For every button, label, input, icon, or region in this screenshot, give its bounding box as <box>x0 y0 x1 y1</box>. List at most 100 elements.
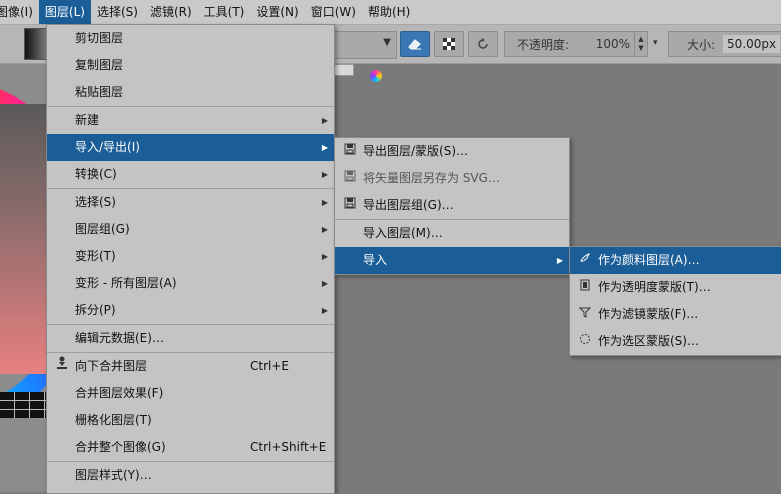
menu-item-split[interactable]: 拆分(P) ▶ <box>47 297 334 324</box>
merge-down-icon <box>55 353 69 380</box>
blend-mode-dropdown[interactable]: ▼ <box>334 31 397 59</box>
save-icon <box>343 138 357 165</box>
menu-item-label: 作为透明度蒙版(T)… <box>598 280 711 294</box>
size-slider[interactable]: 大小: 50.00px <box>668 31 781 57</box>
import-submenu: 作为颜料图层(A)… 作为透明度蒙版(T)… 作为滤镜蒙版(F)… 作为选区蒙版… <box>569 246 781 356</box>
menu-select[interactable]: 选择(S) <box>91 0 144 24</box>
submenu-arrow-icon: ▶ <box>321 279 328 288</box>
submenu-arrow-icon: ▶ <box>321 143 328 152</box>
menu-item-label: 粘贴图层 <box>75 85 124 99</box>
menu-item-label: 图层组(G) <box>75 222 130 236</box>
menu-item-import-layer[interactable]: 导入图层(M)… <box>335 220 569 247</box>
menu-item-label: 变形(T) <box>75 249 116 263</box>
transparency-mask-icon <box>578 274 592 301</box>
menu-item-import[interactable]: 导入 ▶ <box>335 247 569 274</box>
menu-window[interactable]: 窗口(W) <box>305 0 362 24</box>
paint-layer-icon <box>578 247 592 274</box>
menu-item-as-transparency-mask[interactable]: 作为透明度蒙版(T)… <box>570 274 781 301</box>
eraser-icon <box>408 39 421 50</box>
menu-item-transform-all[interactable]: 变形 - 所有图层(A) ▶ <box>47 270 334 297</box>
menu-item-label: 选择(S) <box>75 195 116 209</box>
menu-item-label: 作为颜料图层(A)… <box>598 253 700 267</box>
submenu-arrow-icon: ▶ <box>556 256 563 265</box>
canvas-tab[interactable] <box>334 64 354 76</box>
menu-item-label: 拆分(P) <box>75 303 116 317</box>
menu-item-label: 导入/导出(I) <box>75 140 140 154</box>
import-export-submenu: 导出图层/蒙版(S)… 将矢量图层另存为 SVG… 导出图层组(G)… 导入图层… <box>334 137 570 275</box>
menu-item-label: 导出图层组(G)… <box>363 198 454 212</box>
eraser-mode-button[interactable] <box>400 31 430 57</box>
menu-item-label: 图层样式(Y)… <box>75 468 152 482</box>
opacity-spinner[interactable]: ▲ ▼ <box>634 32 647 56</box>
menu-item-import-export[interactable]: 导入/导出(I) ▶ <box>47 134 334 161</box>
menu-item-flatten-layer-style[interactable]: 合并图层效果(F) <box>47 380 334 407</box>
menu-item-label: 作为选区蒙版(S)… <box>598 334 699 348</box>
menu-item-export-group[interactable]: 导出图层组(G)… <box>335 192 569 219</box>
krita-logo-icon <box>370 70 382 82</box>
menu-settings[interactable]: 设置(N) <box>250 0 304 24</box>
menu-image[interactable]: 图像(I) <box>0 0 39 24</box>
menu-item-label: 剪切图层 <box>75 31 124 45</box>
menu-item-label: 新建 <box>75 113 100 127</box>
alpha-lock-button[interactable] <box>434 31 464 57</box>
menu-item-export-layer[interactable]: 导出图层/蒙版(S)… <box>335 138 569 165</box>
menu-item-as-selection-mask[interactable]: 作为选区蒙版(S)… <box>570 328 781 355</box>
menu-item-label: 合并图层效果(F) <box>75 386 164 400</box>
menu-item-label: 变形 - 所有图层(A) <box>75 276 177 290</box>
save-icon <box>343 165 357 192</box>
reload-preset-button[interactable] <box>468 31 498 57</box>
checker-icon <box>443 38 455 50</box>
menu-item-label: 导入图层(M)… <box>363 226 443 240</box>
menu-item-as-filter-mask[interactable]: 作为滤镜蒙版(F)… <box>570 301 781 328</box>
menu-item-layer-style[interactable]: 图层样式(Y)… <box>47 462 334 489</box>
submenu-arrow-icon: ▶ <box>321 306 328 315</box>
submenu-arrow-icon: ▶ <box>321 198 328 207</box>
menu-help[interactable]: 帮助(H) <box>362 0 416 24</box>
submenu-arrow-icon: ▶ <box>321 225 328 234</box>
menu-item-cut-layer[interactable]: 剪切图层 <box>47 25 334 52</box>
menu-item-as-paint-layer[interactable]: 作为颜料图层(A)… <box>570 247 781 274</box>
menu-item-convert[interactable]: 转换(C) ▶ <box>47 161 334 188</box>
menu-item-merge-down[interactable]: 向下合并图层 Ctrl+E <box>47 353 334 380</box>
menu-item-label: 栅格化图层(T) <box>75 413 152 427</box>
save-icon <box>343 192 357 219</box>
layer-menu: 剪切图层 复制图层 粘贴图层 新建 ▶ 导入/导出(I) ▶ 转换(C) ▶ 选择(S… <box>46 24 335 494</box>
menu-item-label: 合并整个图像(G) <box>75 440 166 454</box>
menu-bar: 图像(I) 图层(L) 选择(S) 滤镜(R) 工具(T) 设置(N) 窗口(W… <box>0 0 781 25</box>
menu-filter[interactable]: 滤镜(R) <box>144 0 198 24</box>
menu-item-shortcut: Ctrl+E <box>250 359 289 373</box>
menu-tools[interactable]: 工具(T) <box>198 0 251 24</box>
menu-item-select[interactable]: 选择(S) ▶ <box>47 189 334 216</box>
selection-mask-icon <box>578 328 592 355</box>
menu-item-edit-metadata[interactable]: 编辑元数据(E)… <box>47 325 334 352</box>
menu-item-label: 导入 <box>363 253 388 267</box>
menu-item-transform[interactable]: 变形(T) ▶ <box>47 243 334 270</box>
menu-item-rasterize[interactable]: 栅格化图层(T) <box>47 407 334 434</box>
submenu-arrow-icon: ▶ <box>321 170 328 179</box>
size-label: 大小: <box>687 37 716 52</box>
menu-item-copy-layer[interactable]: 复制图层 <box>47 52 334 79</box>
menu-item-save-vector-svg[interactable]: 将矢量图层另存为 SVG… <box>335 165 569 192</box>
color-selector-docker <box>0 64 46 492</box>
menu-item-paste-layer[interactable]: 粘贴图层 <box>47 79 334 106</box>
menu-item-label: 导出图层/蒙版(S)… <box>363 144 469 158</box>
chevron-down-icon: ▼ <box>383 37 391 48</box>
menu-item-new[interactable]: 新建 ▶ <box>47 107 334 134</box>
reload-icon <box>478 38 488 49</box>
menu-item-flatten-image[interactable]: 合并整个图像(G) Ctrl+Shift+E <box>47 434 334 461</box>
submenu-arrow-icon: ▶ <box>321 116 328 125</box>
opacity-slider[interactable]: 不透明度: 100% ▲ ▼ <box>504 31 648 57</box>
menu-item-label: 向下合并图层 <box>75 359 148 373</box>
menu-item-label: 作为滤镜蒙版(F)… <box>598 307 699 321</box>
opacity-label: 不透明度: <box>517 37 570 52</box>
opacity-value: 100% <box>595 37 630 51</box>
chevron-down-icon[interactable]: ▾ <box>653 38 658 48</box>
menu-item-group[interactable]: 图层组(G) ▶ <box>47 216 334 243</box>
menu-item-label: 转换(C) <box>75 167 117 181</box>
saturation-value-triangle[interactable] <box>0 104 46 374</box>
submenu-arrow-icon: ▶ <box>321 252 328 261</box>
color-swatch-grid[interactable] <box>0 392 46 418</box>
menu-layer[interactable]: 图层(L) <box>38 0 91 24</box>
menu-item-label: 复制图层 <box>75 58 124 72</box>
filter-icon <box>578 301 592 328</box>
